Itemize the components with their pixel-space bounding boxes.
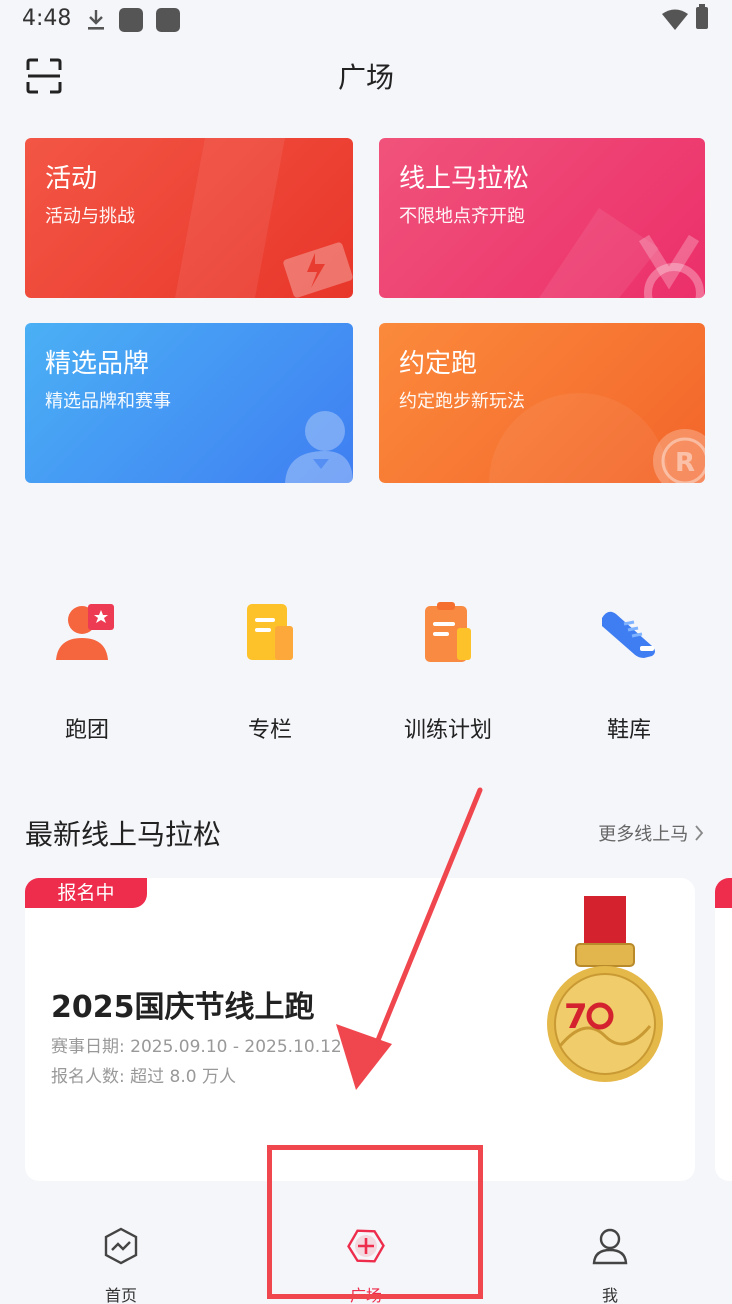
more-link-label: 更多线上马 [598, 824, 689, 845]
tab-label: 我 [601, 1286, 618, 1304]
chevron-right-icon [695, 825, 704, 841]
tab-home[interactable]: 首页 [61, 1226, 181, 1304]
race-title: 2025国庆节线上跑 [51, 990, 315, 1025]
card-title: 约定跑 [399, 349, 478, 379]
annotation-highlight-box [267, 1145, 483, 1299]
status-bar: 4:48 [0, 0, 732, 40]
home-icon [104, 1227, 138, 1265]
quick-link-label: 跑团 [64, 718, 109, 743]
race-card[interactable]: 报名中 2025国庆节线上跑 赛事日期: 2025.09.10 - 2025.1… [25, 878, 695, 1181]
card-title: 活动 [45, 164, 98, 194]
card-decoration [175, 138, 353, 298]
column-icon [247, 604, 293, 660]
tab-me[interactable]: 我 [550, 1226, 670, 1304]
card-online-marathon[interactable]: 线上马拉松 不限地点齐开跑 [379, 138, 705, 298]
race-card-next[interactable] [715, 878, 732, 1181]
quick-link-shoes[interactable]: 鞋库 [564, 598, 694, 744]
page-title: 广场 [337, 61, 394, 94]
status-time: 4:48 [22, 6, 72, 31]
svg-text:R: R [675, 448, 695, 478]
notification-icon [119, 8, 143, 32]
status-badge: 报名中 [25, 878, 147, 908]
card-subtitle: 活动与挑战 [45, 206, 135, 227]
battery-icon [696, 4, 708, 29]
card-brands[interactable]: 精选品牌 精选品牌和赛事 [25, 323, 353, 483]
race-participants: 报名人数: 超过 8.0 万人 [51, 1067, 236, 1087]
training-plan-icon [425, 602, 471, 662]
card-title: 线上马拉松 [399, 164, 530, 194]
section-title: 最新线上马拉松 [25, 818, 222, 851]
wifi-icon [662, 9, 688, 30]
quick-link-label: 专栏 [247, 718, 292, 743]
quick-link-column[interactable]: 专栏 [205, 598, 335, 744]
card-subtitle: 不限地点齐开跑 [399, 206, 525, 227]
quick-link-label: 鞋库 [606, 718, 651, 743]
tab-label: 首页 [104, 1286, 137, 1304]
quick-link-label: 训练计划 [403, 718, 492, 743]
card-subtitle: 约定跑步新玩法 [399, 391, 525, 412]
medal-icon: 7 [547, 896, 663, 1082]
card-title: 精选品牌 [45, 349, 150, 379]
card-subtitle: 精选品牌和赛事 [45, 391, 171, 412]
quick-link-running-group[interactable]: 跑团 [22, 598, 152, 744]
shoe-icon [602, 611, 655, 658]
card-appointment-run[interactable]: R 约定跑 约定跑步新玩法 [379, 323, 705, 483]
card-activity[interactable]: 活动 活动与挑战 [25, 138, 353, 298]
brand-person-icon [285, 411, 353, 483]
running-group-icon [56, 604, 114, 660]
download-icon [88, 10, 104, 30]
medal-icon [539, 208, 704, 298]
svg-text:7: 7 [564, 997, 588, 1037]
profile-icon [592, 1228, 628, 1265]
quick-link-training-plan[interactable]: 训练计划 [383, 598, 513, 744]
notification-icon [156, 8, 180, 32]
r-badge-icon: R [489, 393, 705, 483]
status-badge [715, 878, 732, 908]
race-date: 赛事日期: 2025.09.10 - 2025.10.12 [51, 1037, 342, 1057]
more-online-marathon-link[interactable]: 更多线上马 [598, 820, 704, 846]
